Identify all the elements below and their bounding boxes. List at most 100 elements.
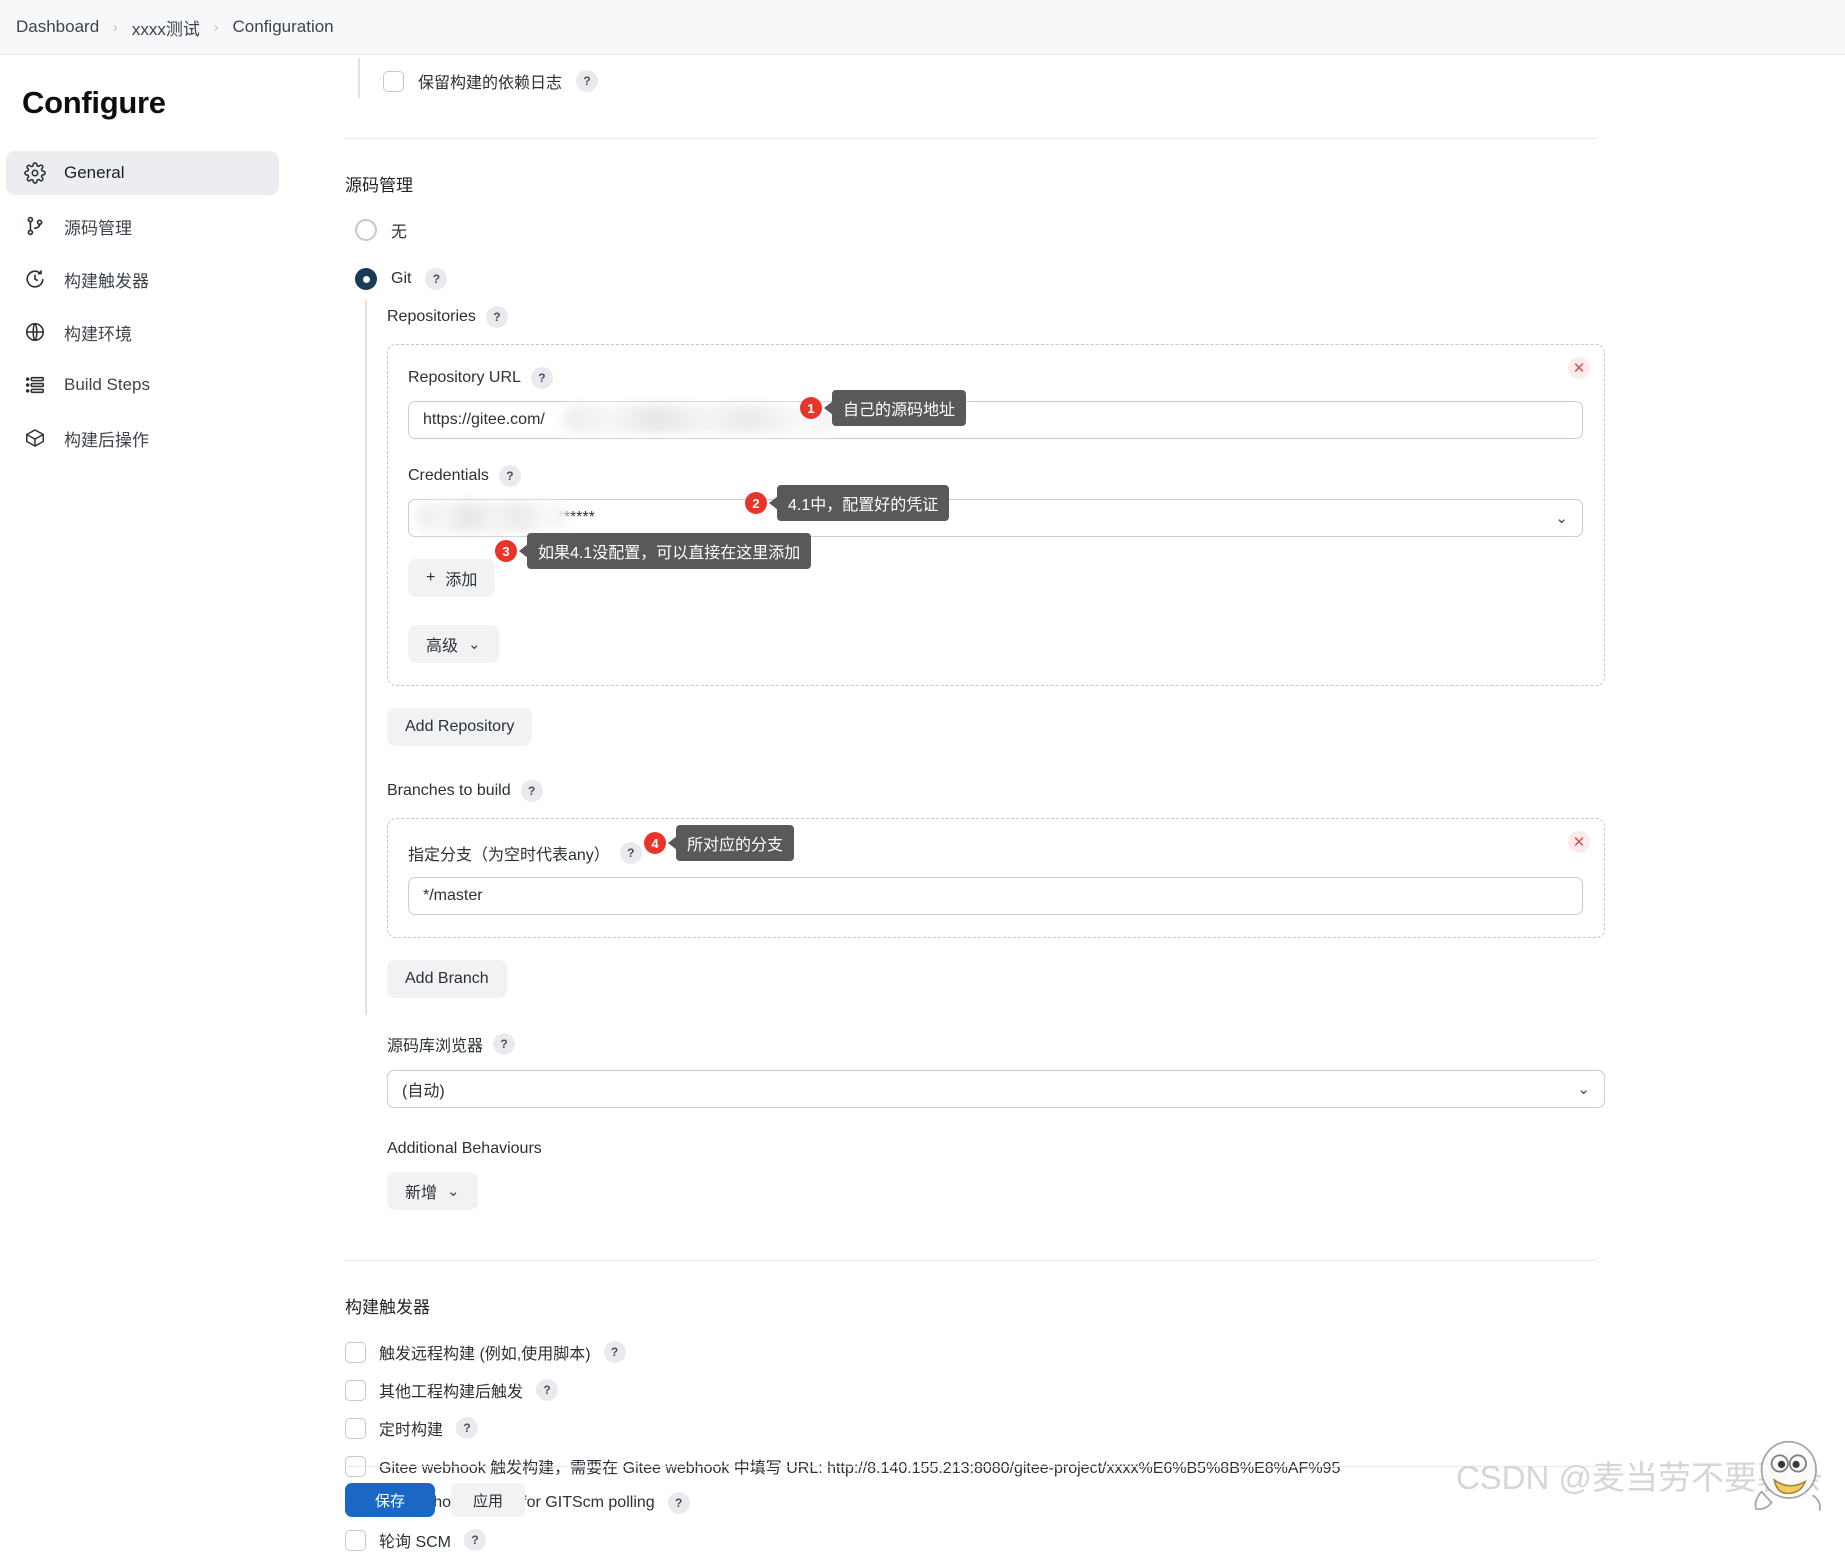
advanced-label: 高级 — [426, 638, 459, 655]
sidebar-item-label: 源码管理 — [64, 218, 132, 238]
trigger-label: 轮询 SCM — [379, 1534, 452, 1551]
apply-button[interactable]: 应用 — [451, 1483, 526, 1517]
sidebar-item-post-build-actions[interactable]: 构建后操作 — [6, 416, 279, 460]
sidebar-item-build-triggers[interactable]: 构建触发器 — [6, 257, 279, 301]
sidebar-item-label: Build Steps — [64, 375, 150, 394]
scm-git-label: Git — [391, 270, 412, 287]
breadcrumb-separator: › — [113, 19, 118, 35]
help-icon[interactable]: ? — [498, 465, 521, 487]
scm-git-radio-row: Git ? — [355, 268, 1845, 290]
trigger-poll-scm-checkbox[interactable] — [345, 1529, 366, 1551]
credentials-redaction — [416, 502, 568, 532]
callout-number: 3 — [495, 540, 517, 562]
trigger-scheduled-build-row: 定时构建 ? — [345, 1416, 1845, 1440]
branch-specifier-label-row: 指定分支（为空时代表any） ? — [408, 841, 1582, 865]
gear-icon — [23, 162, 46, 185]
section-divider — [345, 1260, 1597, 1261]
save-button[interactable]: 保存 — [345, 1483, 436, 1517]
trigger-label: 触发远程构建 (例如,使用脚本) — [379, 1346, 591, 1363]
remove-repository-button[interactable]: ✕ — [1568, 357, 1590, 379]
callout-number: 4 — [644, 832, 666, 854]
triggers-list: 触发远程构建 (例如,使用脚本) ? 其他工程构建后触发 ? 定时构建 ? Gi… — [345, 1340, 1845, 1552]
trigger-remote-build-checkbox[interactable] — [345, 1341, 366, 1363]
keep-dependency-log-checkbox[interactable] — [383, 70, 404, 92]
git-config-body: Repositories ? ✕ Repository URL ? https:… — [355, 290, 1845, 1210]
add-credentials-label: 添加 — [445, 572, 478, 589]
branches-label-row: Branches to build ? — [387, 780, 1845, 802]
list-icon — [23, 374, 46, 397]
advanced-button[interactable]: 高级 ⌄ — [408, 625, 499, 663]
scm-git-radio[interactable] — [355, 268, 377, 290]
help-icon[interactable]: ? — [425, 268, 448, 290]
trigger-after-other-projects-checkbox[interactable] — [345, 1379, 366, 1401]
add-branch-button[interactable]: Add Branch — [387, 960, 507, 998]
sidebar-item-build-steps[interactable]: Build Steps — [6, 363, 279, 407]
help-icon[interactable]: ? — [530, 367, 553, 389]
branch-specifier-input[interactable]: */master — [408, 877, 1583, 915]
sidebar-item-label: 构建触发器 — [64, 271, 149, 291]
help-icon[interactable]: ? — [485, 306, 508, 328]
help-icon[interactable]: ? — [493, 1033, 516, 1055]
chevron-down-icon: ⌄ — [1555, 510, 1568, 527]
breadcrumb-item-configuration[interactable]: Configuration — [227, 15, 340, 39]
trigger-scheduled-build-checkbox[interactable] — [345, 1417, 366, 1439]
page-layout: Configure General 源码管理 构建触发器 构建环境 Build … — [0, 55, 1845, 1551]
keep-dependency-log-row: 保留构建的依赖日志 ? — [383, 69, 1845, 93]
repo-browser-label: 源码库浏览器 — [387, 1038, 484, 1055]
credentials-select[interactable]: /****** ⌄ — [408, 499, 1583, 537]
scm-none-label: 无 — [391, 224, 408, 241]
breadcrumb-item-dashboard[interactable]: Dashboard — [10, 15, 105, 39]
callout-text: 自己的源码地址 — [832, 390, 967, 426]
add-credentials-button[interactable]: + 添加 — [408, 559, 496, 597]
chevron-down-icon: ⌄ — [447, 1183, 460, 1200]
help-icon[interactable]: ? — [576, 70, 599, 92]
help-icon[interactable]: ? — [520, 780, 543, 802]
chevron-down-icon: ⌄ — [1577, 1081, 1590, 1098]
trigger-label: 其他工程构建后触发 — [379, 1384, 524, 1401]
help-icon[interactable]: ? — [536, 1379, 559, 1401]
add-repository-button[interactable]: Add Repository — [387, 708, 533, 746]
trigger-after-other-projects-row: 其他工程构建后触发 ? — [345, 1378, 1845, 1402]
sidebar-item-general[interactable]: General — [6, 151, 279, 195]
git-indent-line — [365, 300, 367, 1015]
repo-browser-value: (自动) — [402, 1083, 445, 1100]
remove-branch-button[interactable]: ✕ — [1568, 831, 1590, 853]
scm-section-title: 源码管理 — [345, 176, 413, 195]
help-icon[interactable]: ? — [456, 1417, 479, 1439]
callout-number: 1 — [800, 397, 822, 419]
sidebar-item-scm[interactable]: 源码管理 — [6, 204, 279, 248]
add-branch-label: Add Branch — [405, 970, 489, 987]
clock-icon — [23, 268, 46, 291]
trigger-poll-scm-row: 轮询 SCM ? — [345, 1528, 1845, 1552]
sidebar-item-build-environment[interactable]: 构建环境 — [6, 310, 279, 354]
breadcrumb-separator: › — [213, 19, 219, 35]
repositories-label-row: Repositories ? — [387, 306, 1845, 328]
repo-browser-select[interactable]: (自动) ⌄ — [387, 1070, 1605, 1108]
help-icon[interactable]: ? — [464, 1529, 487, 1551]
scm-none-radio[interactable] — [355, 219, 377, 241]
sidebar-item-label: General — [64, 163, 125, 182]
credentials-label: Credentials — [408, 467, 489, 484]
breadcrumb: Dashboard › xxxx测试 › Configuration — [0, 0, 1845, 55]
branch-entry: ✕ 指定分支（为空时代表any） ? */master — [387, 818, 1605, 938]
breadcrumb-item-project[interactable]: xxxx测试 — [126, 13, 206, 42]
form-actions: 保存 应用 — [345, 1466, 1597, 1517]
branches-label: Branches to build — [387, 782, 511, 799]
sidebar: Configure General 源码管理 构建触发器 构建环境 Build … — [0, 55, 345, 1517]
general-indent-line — [358, 58, 360, 98]
section-divider — [345, 138, 1597, 139]
help-icon[interactable]: ? — [603, 1341, 626, 1363]
help-icon[interactable]: ? — [619, 842, 642, 864]
trigger-remote-build-row: 触发远程构建 (例如,使用脚本) ? — [345, 1340, 1845, 1364]
callout-4: 4 所对应的分支 — [644, 825, 795, 861]
repository-entry: ✕ Repository URL ? https://gitee.com/ Cr… — [387, 344, 1605, 686]
credentials-label-row: Credentials ? — [408, 465, 1582, 487]
trigger-label: 定时构建 — [379, 1422, 444, 1439]
repo-browser-label-row: 源码库浏览器 ? — [387, 1032, 1845, 1056]
add-repository-label: Add Repository — [405, 718, 515, 735]
main-content: 保留构建的依赖日志 ? 源码管理 无 Git ? Repositories ? — [345, 55, 1845, 1551]
add-behaviour-label: 新增 — [405, 1185, 438, 1202]
keep-dependency-log-label: 保留构建的依赖日志 — [418, 75, 563, 92]
add-behaviour-button[interactable]: 新增 ⌄ — [387, 1172, 478, 1210]
callout-3: 3 如果4.1没配置，可以直接在这里添加 — [495, 533, 812, 569]
